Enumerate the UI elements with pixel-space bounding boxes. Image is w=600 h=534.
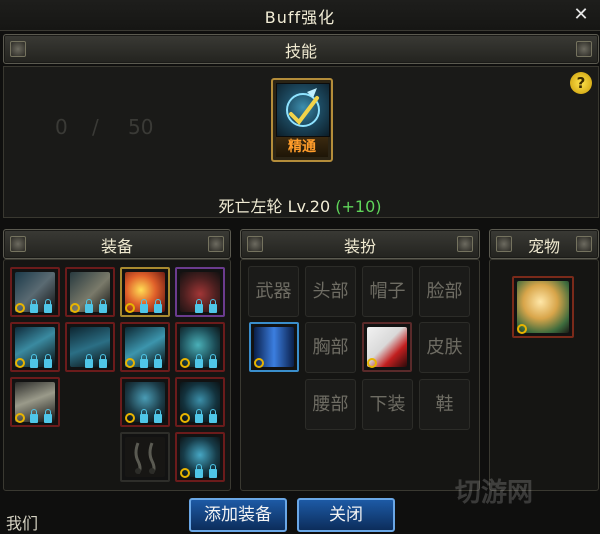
lock-icon xyxy=(85,299,93,313)
avatar-slot-waist[interactable]: 腰部 xyxy=(305,379,356,430)
skill-icon[interactable]: 精通 xyxy=(271,78,333,162)
revolver-skill-icon xyxy=(276,83,330,137)
help-icon[interactable]: ? xyxy=(570,72,592,94)
bind-icon xyxy=(15,358,25,368)
equipment-slot[interactable] xyxy=(120,432,170,482)
faint-counter-max: 50 xyxy=(128,115,154,139)
lock-icon xyxy=(154,409,162,423)
avatar-slot-shoes[interactable]: 鞋 xyxy=(419,379,470,430)
avatar-slot-chest[interactable]: 胸部 xyxy=(305,322,356,373)
equipment-slot[interactable] xyxy=(175,432,225,482)
bind-icon xyxy=(180,413,190,423)
lock-icon xyxy=(195,299,203,313)
bind-icon xyxy=(15,303,25,313)
avatar-slot-weapon[interactable]: 武器 xyxy=(248,266,299,317)
faint-counter-current: 0 xyxy=(55,115,68,139)
bind-icon xyxy=(125,413,135,423)
lock-icon xyxy=(195,409,203,423)
lock-icon xyxy=(140,299,148,313)
avatar-slot-skin[interactable]: 皮肤 xyxy=(419,322,470,373)
bind-icon xyxy=(125,303,135,313)
equipment-slot[interactable] xyxy=(10,267,60,317)
avatar-slot-head[interactable]: 头部 xyxy=(305,266,356,317)
lock-icon xyxy=(209,299,217,313)
equipment-slot[interactable] xyxy=(120,267,170,317)
header-cap-right-icon xyxy=(208,236,224,252)
equipment-slot[interactable] xyxy=(120,377,170,427)
header-cap-right-icon xyxy=(457,236,473,252)
pet-header: 宠物 xyxy=(489,229,599,259)
equipment-slot[interactable] xyxy=(175,267,225,317)
close-button[interactable]: 关闭 xyxy=(297,498,395,532)
equipment-header: 装备 xyxy=(3,229,231,259)
lock-icon xyxy=(30,409,38,423)
header-cap-right-icon xyxy=(576,236,592,252)
add-equipment-button[interactable]: 添加装备 xyxy=(189,498,287,532)
equipment-slot[interactable] xyxy=(120,322,170,372)
bind-icon xyxy=(180,358,190,368)
equipment-slot[interactable] xyxy=(65,322,115,372)
lock-icon xyxy=(154,299,162,313)
skill-level-bonus: (+10) xyxy=(335,197,382,216)
lock-icon xyxy=(195,464,203,478)
lock-icon xyxy=(44,299,52,313)
watermark: 切游网 xyxy=(455,478,534,508)
lock-icon xyxy=(209,464,217,478)
lock-icon xyxy=(30,354,38,368)
bind-icon xyxy=(254,358,264,368)
lock-icon xyxy=(195,354,203,368)
bind-icon xyxy=(517,324,527,334)
lock-icon xyxy=(99,354,107,368)
lock-icon xyxy=(85,354,93,368)
avatar-slot-face[interactable]: 脸部 xyxy=(419,266,470,317)
avatar-slot-pants[interactable]: 下装 xyxy=(362,379,413,430)
skill-level: Lv.20 xyxy=(287,197,331,216)
lock-icon xyxy=(209,354,217,368)
bind-icon xyxy=(15,413,25,423)
avatar-slot-weapon-equipped[interactable] xyxy=(249,322,299,372)
avatar-header: 装扮 xyxy=(240,229,480,259)
lock-icon xyxy=(140,354,148,368)
lock-icon xyxy=(30,299,38,313)
bind-icon xyxy=(367,358,377,368)
mastery-badge: 精通 xyxy=(276,137,328,157)
bind-icon xyxy=(125,358,135,368)
bind-icon xyxy=(180,468,190,478)
window-title: Buff强化 xyxy=(264,8,336,27)
lock-icon xyxy=(140,409,148,423)
skill-header: 技能 xyxy=(3,34,599,64)
lock-icon xyxy=(154,354,162,368)
skill-name: 死亡左轮 xyxy=(218,197,283,216)
equipment-header-label: 装备 xyxy=(100,237,133,256)
equipment-slot[interactable] xyxy=(175,322,225,372)
pet-slot[interactable] xyxy=(512,276,574,338)
equipment-slot[interactable] xyxy=(175,377,225,427)
close-icon[interactable]: ✕ xyxy=(570,4,592,26)
equipment-slot[interactable] xyxy=(10,322,60,372)
lock-icon xyxy=(99,299,107,313)
avatar-slot-hat[interactable]: 帽子 xyxy=(362,266,413,317)
bind-icon xyxy=(70,303,80,313)
equipment-slot[interactable] xyxy=(65,267,115,317)
equipment-slot[interactable] xyxy=(10,377,60,427)
bottom-text: 我们 xyxy=(6,514,39,533)
skill-name-line: 死亡左轮 Lv.20 (+10) xyxy=(0,193,600,217)
lock-icon xyxy=(209,409,217,423)
header-cap-right-icon xyxy=(576,41,592,57)
faint-counter-slash: / xyxy=(92,115,99,139)
lock-icon xyxy=(44,354,52,368)
avatar-slot-coat-equipped[interactable] xyxy=(362,322,412,372)
title-bar: Buff强化 ✕ xyxy=(0,0,600,31)
lock-icon xyxy=(44,409,52,423)
avatar-header-label: 装扮 xyxy=(343,237,376,256)
earring-icon xyxy=(125,437,165,477)
skill-header-label: 技能 xyxy=(284,42,317,61)
